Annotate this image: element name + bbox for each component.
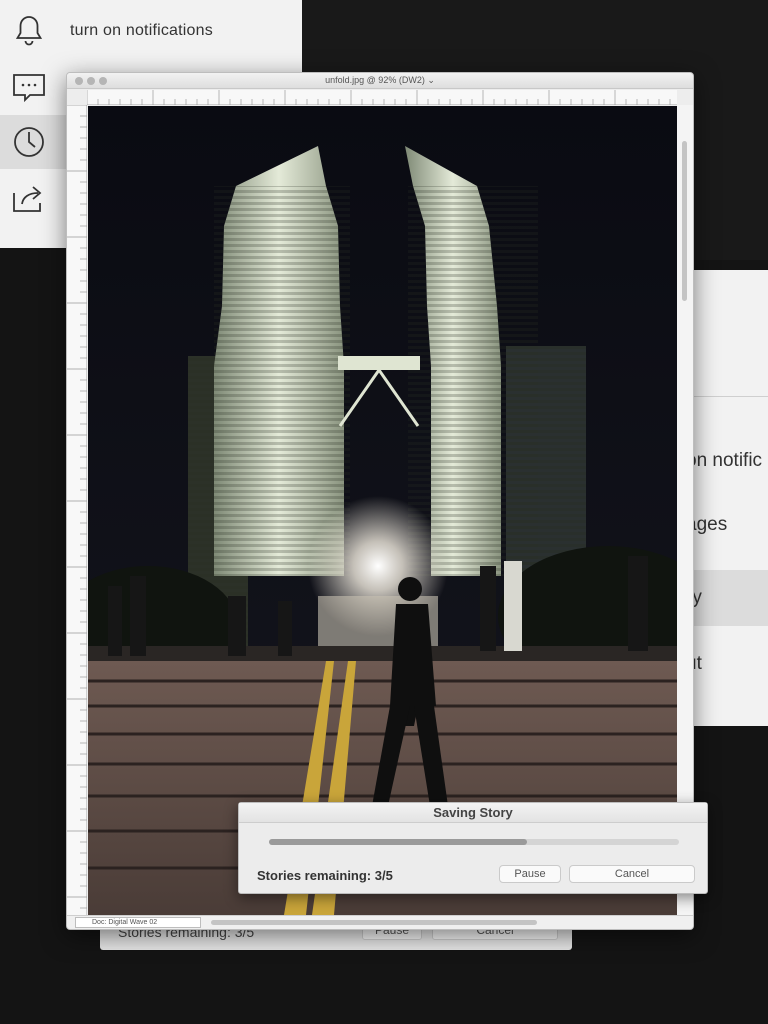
photo-canvas[interactable] [88,106,677,915]
pause-button[interactable]: Pause [499,865,561,883]
clock-icon [10,123,48,161]
menu-item-label: ry [694,587,702,608]
menu-item-share-out-echo[interactable]: ut [694,636,768,692]
night-towers-photo [88,106,677,915]
menu-item-notifications-echo[interactable]: on notific [694,433,768,489]
menu-item-story-echo[interactable]: ry [694,570,768,626]
bell-icon [10,12,48,50]
window-titlebar[interactable]: unfold.jpg @ 92% (DW2) ⌄ [67,73,693,89]
message-icon [10,66,48,104]
dialog-title: Saving Story [239,803,707,823]
stories-remaining-text: Stories remaining: 3/5 [257,868,393,883]
horizontal-scroll-thumb[interactable] [211,920,537,925]
vertical-scrollbar[interactable] [677,105,693,915]
saving-story-dialog: Saving Story Stories remaining: 3/5 Paus… [238,802,708,894]
cancel-button[interactable]: Cancel [569,865,695,883]
share-menu-panel-echo: on notific ages ry ut [694,270,768,726]
window-title: unfold.jpg @ 92% (DW2) ⌄ [325,75,435,85]
horizontal-ruler[interactable] [86,90,677,105]
share-icon [10,179,48,217]
menu-item-label: ut [694,653,702,674]
vertical-scroll-thumb[interactable] [682,141,687,301]
document-label[interactable]: Doc: Digital Wave 02 [75,917,201,928]
menu-item-label: ages [694,514,728,535]
menu-item-notifications[interactable]: turn on notifications [0,4,302,58]
divider [694,396,768,397]
menu-item-label: on notific [694,450,763,471]
window-statusbar: Doc: Digital Wave 02 [67,915,693,929]
menu-item-messages-echo[interactable]: ages [694,497,768,553]
menu-item-label: turn on notifications [70,22,213,39]
save-progress-bar [269,839,679,845]
menu-item-story[interactable] [0,115,66,169]
vertical-ruler[interactable] [67,104,87,915]
save-progress-fill [269,839,528,845]
